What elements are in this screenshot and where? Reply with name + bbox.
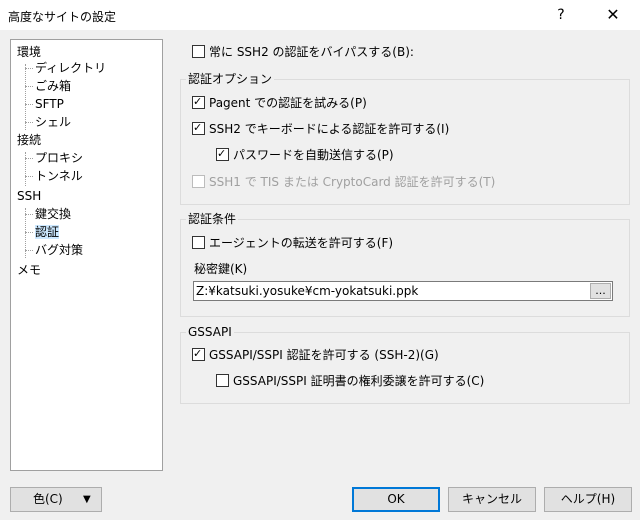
gssapi-delegation-label: GSSAPI/SSPI 証明書の権利委譲を許可する(C): [233, 374, 485, 388]
auth-params-title: 認証条件: [186, 212, 239, 226]
tree-item-connection[interactable]: 接続: [17, 132, 41, 148]
tree-item-sftp[interactable]: SFTP: [25, 96, 64, 112]
help-question-button[interactable]: ?: [548, 4, 574, 26]
bypass-auth-label: 常に SSH2 の認証をバイパスする(B):: [209, 45, 414, 59]
keyboard-interactive-checkbox[interactable]: [192, 121, 205, 135]
pageant-checkbox[interactable]: [192, 95, 205, 109]
agent-forwarding-label: エージェントの転送を許可する(F): [209, 236, 394, 250]
tree-item-shell[interactable]: シェル: [24, 114, 71, 130]
cancel-button[interactable]: キャンセル: [448, 487, 536, 512]
auth-params-group: [180, 219, 630, 317]
color-button[interactable]: 色(C) ▼: [10, 487, 102, 512]
bypass-auth-checkbox[interactable]: [192, 45, 205, 58]
tree-item-bugs[interactable]: バグ対策: [24, 242, 83, 258]
auth-options-title: 認証オプション: [186, 72, 275, 86]
tree-item-proxy[interactable]: プロキシ: [24, 150, 83, 166]
tree-item-ssh[interactable]: SSH: [17, 188, 41, 204]
tree-guide-line: [25, 64, 26, 130]
tree-item-trash[interactable]: ごみ箱: [24, 78, 71, 94]
agent-forwarding-checkbox[interactable]: [192, 236, 205, 249]
gssapi-allow-label: GSSAPI/SSPI 認証を許可する (SSH-2)(G): [209, 348, 439, 362]
title-bar: 高度なサイトの設定 ? ✕: [0, 0, 640, 30]
color-button-label: 色(C): [33, 492, 63, 506]
help-button[interactable]: ヘルプ(H): [544, 487, 632, 512]
chevron-down-icon: ▼: [83, 494, 91, 505]
keyboard-interactive-label: SSH2 でキーボードによる認証を許可する(I): [209, 122, 450, 136]
ok-button[interactable]: OK: [352, 487, 440, 512]
pageant-label: Pagent での認証を試みる(P): [209, 96, 367, 110]
tree-item-memo[interactable]: メモ: [17, 262, 41, 278]
gssapi-allow-checkbox[interactable]: [192, 347, 205, 361]
gssapi-title: GSSAPI: [186, 325, 234, 339]
auto-password-label: パスワードを自動送信する(P): [233, 148, 394, 162]
gssapi-group: [180, 332, 630, 404]
settings-tree[interactable]: 環境 ディレクトリ ごみ箱 SFTP シェル 接続 プロキシ トンネル SSH …: [10, 39, 163, 471]
tree-item-environment[interactable]: 環境: [17, 44, 41, 60]
tree-item-kex[interactable]: 鍵交換: [24, 206, 71, 222]
tree-item-directory[interactable]: ディレクトリ: [24, 60, 106, 76]
tree-item-auth[interactable]: 認証: [24, 224, 60, 240]
window-title: 高度なサイトの設定: [8, 10, 117, 24]
tis-auth-label: SSH1 で TIS または CryptoCard 認証を許可する(T): [209, 175, 496, 189]
auto-password-checkbox[interactable]: [216, 147, 229, 161]
tree-item-tunnel[interactable]: トンネル: [25, 168, 83, 184]
close-button[interactable]: ✕: [600, 4, 626, 26]
gssapi-delegation-checkbox[interactable]: [216, 374, 229, 387]
tis-auth-checkbox: [192, 175, 205, 188]
browse-key-button[interactable]: ...: [590, 283, 611, 299]
private-key-input[interactable]: Z:¥katsuki.yosuke¥cm-yokatsuki.ppk: [193, 281, 613, 301]
private-key-label: 秘密鍵(K): [194, 262, 248, 276]
